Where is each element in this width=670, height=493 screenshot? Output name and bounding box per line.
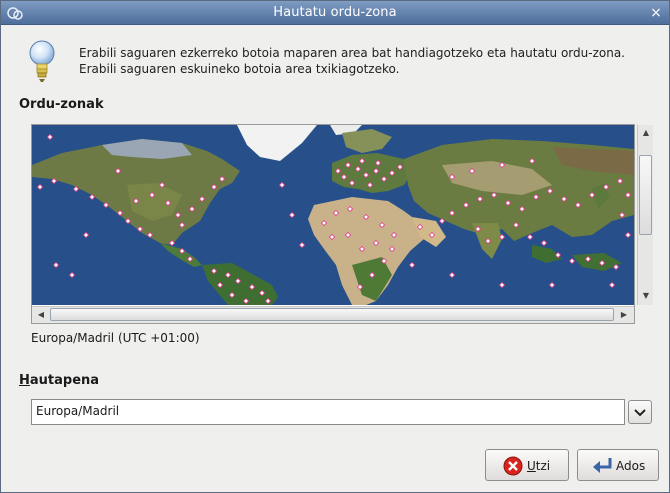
hovered-timezone-label: Europa/Madril (UTC +01:00)	[31, 331, 200, 345]
map-horizontal-scrollbar[interactable]: ◀ ▶	[32, 306, 634, 323]
timezone-dropdown-button[interactable]	[628, 400, 652, 424]
cancel-label: Utzi	[527, 459, 550, 473]
timezones-heading: Ordu-zonak	[19, 97, 104, 112]
close-icon[interactable]: ×	[647, 4, 665, 22]
return-arrow-icon	[593, 458, 612, 473]
window-title: Hautatu ordu-zona	[273, 5, 397, 20]
title-bar[interactable]: Hautatu ordu-zona ×	[1, 1, 669, 25]
cancel-icon	[503, 456, 523, 476]
cancel-label-rest: tzi	[535, 459, 551, 473]
world-map[interactable]	[32, 125, 634, 305]
timezone-map[interactable]	[32, 125, 634, 305]
info-line-2: Erabili saguaren eskuineko botoia area t…	[79, 62, 400, 76]
ok-label: Ados	[616, 459, 646, 473]
ok-button[interactable]: Ados	[577, 449, 659, 481]
timezone-select-value: Europa/Madril	[36, 404, 120, 418]
timezone-select-field[interactable]: Europa/Madril	[31, 399, 625, 425]
cancel-mnemonic: U	[527, 459, 536, 473]
scroll-right-icon[interactable]: ▶	[617, 308, 631, 322]
scroll-down-icon[interactable]: ▼	[639, 289, 653, 303]
scroll-up-icon[interactable]: ▲	[639, 126, 653, 140]
timezone-map-frame: ▲ ▼ ◀ ▶	[31, 124, 653, 324]
selection-heading: Hautapena	[19, 373, 99, 388]
selection-heading-mnemonic: H	[19, 373, 30, 388]
cancel-button[interactable]: Utzi	[485, 449, 569, 481]
chevron-down-icon	[634, 409, 646, 417]
map-vertical-scrollbar[interactable]: ▲ ▼	[637, 125, 653, 305]
selection-heading-rest: autapena	[29, 373, 100, 388]
info-line-1: Erabili saguaren ezkerreko botoia mapare…	[79, 46, 625, 60]
vertical-scroll-thumb[interactable]	[639, 155, 652, 235]
dialog-window: Hautatu ordu-zona × Erabili saguaren ezk…	[0, 0, 670, 493]
info-text: Erabili saguaren ezkerreko botoia mapare…	[79, 45, 625, 77]
lightbulb-icon	[29, 40, 55, 82]
horizontal-scroll-thumb[interactable]	[50, 308, 614, 321]
scroll-left-icon[interactable]: ◀	[34, 308, 48, 322]
